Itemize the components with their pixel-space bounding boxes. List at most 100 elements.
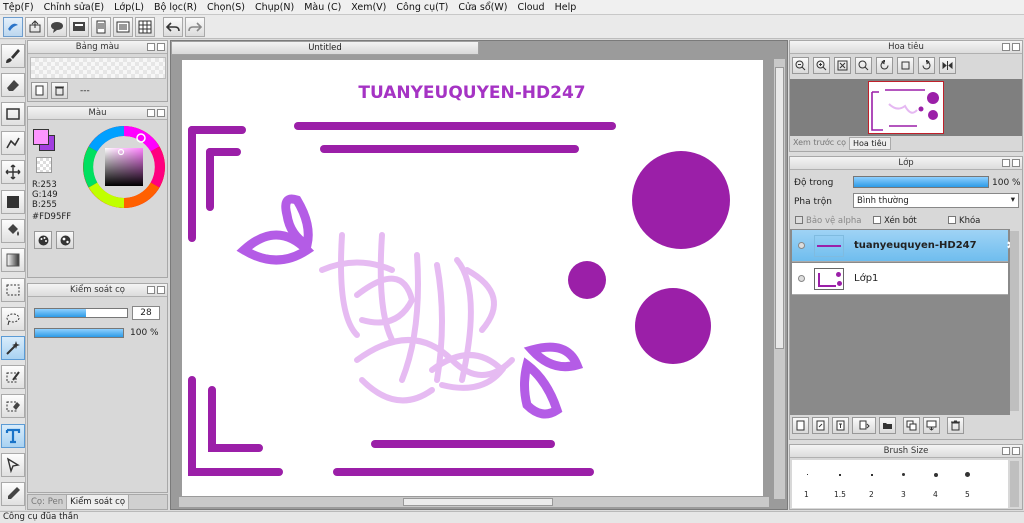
brush-size-scrollbar[interactable] [1010, 461, 1019, 507]
float-icon[interactable] [1002, 43, 1010, 51]
float-icon[interactable] [147, 109, 155, 117]
float-icon[interactable] [147, 43, 155, 51]
tool-bucket[interactable] [1, 219, 25, 243]
vertical-scroll-thumb[interactable] [775, 67, 784, 349]
menu-capture[interactable]: Chụp(N) [255, 2, 294, 13]
layer-row-1[interactable]: Lớp1 [792, 263, 1008, 295]
tab-brush-control[interactable]: Kiểm soát cọ [66, 495, 130, 509]
close-icon[interactable] [157, 43, 165, 51]
tool-rect-select[interactable] [1, 278, 25, 302]
app-logo-button[interactable] [3, 16, 23, 37]
tool-gradient[interactable] [1, 248, 25, 272]
brush-size-option[interactable]: 3 [888, 460, 920, 508]
menu-filter[interactable]: Bộ lọc(R) [154, 2, 197, 13]
lock-option[interactable]: Khóa [948, 216, 980, 226]
tab-brush-pen[interactable]: Cọ: Pen [28, 495, 66, 509]
redo-button[interactable] [185, 16, 205, 37]
float-icon[interactable] [1002, 447, 1010, 455]
tab-brush-preview[interactable]: Xem trước cọ [790, 137, 849, 150]
brush-size-option[interactable]: 1 [792, 460, 824, 508]
merge-layer-button[interactable] [923, 417, 940, 434]
undo-button[interactable] [163, 16, 183, 37]
tool-brush[interactable] [1, 44, 25, 68]
tool-select-pen[interactable] [1, 365, 25, 389]
rotate-right-button[interactable] [918, 57, 935, 74]
tool-pick[interactable] [1, 453, 25, 477]
new-layer-button[interactable] [792, 417, 809, 434]
float-icon[interactable] [1002, 159, 1010, 167]
document-button[interactable] [69, 16, 89, 37]
horizontal-scroll-thumb[interactable] [403, 498, 553, 506]
color-wheel[interactable] [81, 124, 167, 210]
transparent-color-swatch[interactable] [36, 157, 52, 173]
visibility-icon[interactable] [798, 275, 805, 282]
zoom-out-button[interactable] [792, 57, 809, 74]
brush-size-option[interactable]: 5 [952, 460, 984, 508]
delete-layer-button[interactable] [947, 417, 964, 434]
float-icon[interactable] [147, 286, 155, 294]
menu-select[interactable]: Chọn(S) [207, 2, 245, 13]
tool-select-eraser[interactable] [1, 394, 25, 418]
duplicate-layer-button[interactable] [903, 417, 920, 434]
menu-help[interactable]: Help [555, 2, 577, 13]
folder-button[interactable] [879, 417, 896, 434]
close-icon[interactable] [157, 286, 165, 294]
navigator-thumbnail[interactable] [868, 81, 944, 134]
brush-opacity-slider[interactable] [34, 328, 124, 338]
brush-size-option[interactable]: 1.5 [824, 460, 856, 508]
new-vector-layer-button[interactable] [812, 417, 829, 434]
tool-text[interactable] [1, 424, 25, 448]
tool-eraser[interactable] [1, 73, 25, 97]
list-button[interactable] [113, 16, 133, 37]
export-button[interactable] [25, 16, 45, 37]
canvas[interactable]: TUANYEUQUYEN-HD247 [182, 60, 763, 496]
menu-color[interactable]: Màu (C) [304, 2, 341, 13]
add-menu-button[interactable] [852, 417, 876, 434]
clipping-option[interactable]: Xén bớt [873, 216, 917, 226]
menu-file[interactable]: Tệp(F) [3, 2, 34, 13]
palette-delete-button[interactable] [51, 82, 68, 99]
menu-edit[interactable]: Chỉnh sửa(E) [44, 2, 105, 13]
brush-size-option[interactable]: 2 [856, 460, 888, 508]
tool-eyedropper[interactable] [1, 482, 25, 506]
palette-swatches[interactable] [30, 57, 166, 79]
tool-rectangle[interactable] [1, 102, 25, 126]
layer-row-text[interactable]: tuanyeuquyen-HD247 ✱ [792, 230, 1018, 262]
menu-view[interactable]: Xem(V) [351, 2, 386, 13]
tool-fill-square[interactable] [1, 190, 25, 214]
brush-size-option[interactable]: 4 [920, 460, 952, 508]
visibility-icon[interactable] [798, 242, 805, 249]
foreground-color-swatch[interactable] [33, 129, 49, 145]
blend-mode-select[interactable]: Bình thường ▾ [853, 193, 1019, 208]
palette-new-button[interactable] [31, 82, 48, 99]
menu-cloud[interactable]: Cloud [517, 2, 544, 13]
document-tab[interactable]: Untitled [171, 41, 479, 55]
flip-button[interactable] [939, 57, 956, 74]
tab-navigator[interactable]: Hoa tiêu [849, 137, 891, 150]
navigator-view[interactable] [790, 79, 1022, 136]
close-icon[interactable] [157, 109, 165, 117]
vertical-scrollbar[interactable] [774, 59, 785, 499]
menu-tools[interactable]: Công cụ(T) [396, 2, 448, 13]
actual-size-button[interactable] [855, 57, 872, 74]
menu-window[interactable]: Cửa sổ(W) [458, 2, 507, 13]
zoom-in-button[interactable] [813, 57, 830, 74]
chat-button[interactable] [47, 16, 67, 37]
color-mixer-button[interactable] [56, 231, 74, 249]
close-icon[interactable] [1012, 159, 1020, 167]
protect-alpha-option[interactable]: Bảo vệ alpha [795, 216, 861, 226]
brush-size-value[interactable]: 28 [132, 306, 160, 320]
layer-opacity-slider[interactable] [853, 176, 989, 188]
tool-move[interactable] [1, 160, 25, 184]
rotate-left-button[interactable] [876, 57, 893, 74]
horizontal-scrollbar[interactable] [179, 497, 769, 507]
tool-magic-wand[interactable] [1, 336, 25, 360]
reset-rotation-button[interactable] [897, 57, 914, 74]
close-icon[interactable] [1012, 43, 1020, 51]
color-palette-button[interactable] [34, 231, 52, 249]
tool-lasso[interactable] [1, 307, 25, 331]
layer-scrollbar[interactable] [1010, 231, 1019, 411]
grid-button[interactable] [135, 16, 155, 37]
page-button[interactable] [91, 16, 111, 37]
tool-polyline[interactable] [1, 131, 25, 155]
